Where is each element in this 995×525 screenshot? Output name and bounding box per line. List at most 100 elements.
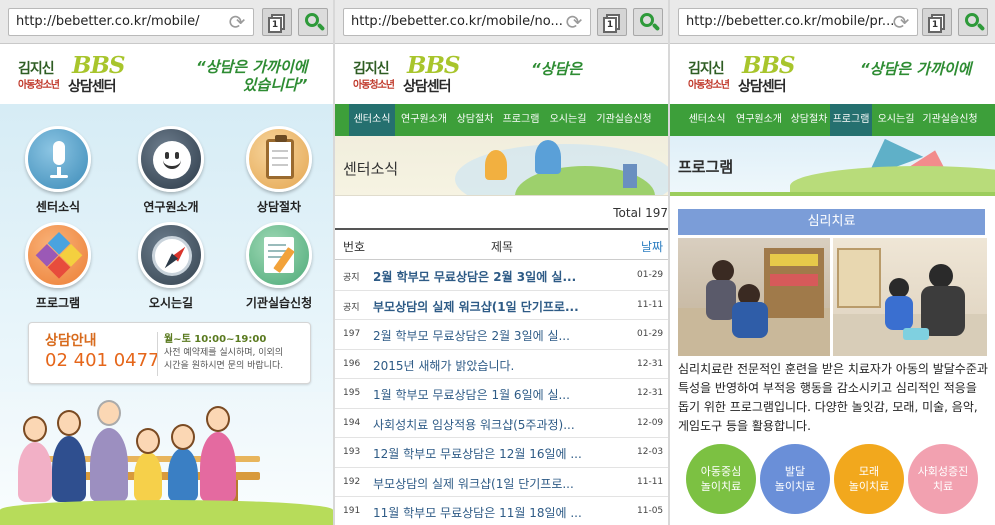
home-main: 센터소식 연구원소개 상담절차 프로그램 오시는길 기관실습신청 상담안내 02…	[0, 104, 333, 525]
table-row[interactable]: 191 11월 학부모 무료상담은 11월 18일에 ... 11-05	[335, 497, 668, 525]
search-button[interactable]	[298, 8, 328, 36]
nav-program[interactable]: 프로그램	[830, 104, 872, 136]
row-number: 공지	[343, 273, 360, 283]
tabs-button[interactable]: 1	[262, 8, 292, 36]
program-screen: http://bebetter.co.kr/mobile/pr... ⟳ 1 김…	[670, 0, 995, 525]
nav-news[interactable]: 센터소식	[684, 104, 730, 136]
row-subject-link[interactable]: 1월 학부모 무료상담은 1월 6일에 실...	[373, 386, 613, 403]
nav-directions[interactable]: 오시는길	[874, 104, 918, 136]
program-banner-title: 프로그램	[678, 158, 734, 176]
nav-researchers[interactable]: 연구원소개	[397, 104, 451, 136]
menu-program[interactable]: 프로그램	[8, 222, 108, 311]
nav-practicum[interactable]: 기관실습신청	[920, 104, 980, 136]
nav-practicum[interactable]: 기관실습신청	[593, 104, 655, 136]
row-number: 공지	[343, 302, 360, 313]
row-subject-link[interactable]: 2015년 새해가 밝았습니다.	[373, 357, 613, 374]
consult-info-title: 상담안내	[45, 333, 97, 349]
menu-researchers[interactable]: 연구원소개	[121, 126, 221, 215]
nav-researchers[interactable]: 연구원소개	[732, 104, 786, 136]
nav-procedure[interactable]: 상담절차	[788, 104, 830, 136]
row-subject-link[interactable]: 부모상담의 실제 워크샵(1일 단기프로...	[373, 298, 613, 315]
row-date: 11-05	[637, 506, 664, 516]
url-bar[interactable]: http://bebetter.co.kr/mobile/no...	[343, 8, 591, 36]
row-subject-link[interactable]: 사회성치료 임상적용 워크샵(5주과정)...	[373, 416, 613, 433]
therapy-description: 심리치료란 전문적인 훈련을 받은 치료자가 아동의 발달수준과 특성을 반영하…	[678, 362, 988, 433]
nav-procedure[interactable]: 상담절차	[453, 104, 497, 136]
site-logo[interactable]: 김지신 아동청소년 BBS 상담센터	[349, 52, 477, 96]
therapy-photo-1	[678, 238, 830, 356]
row-subject-link[interactable]: 12월 학부모 무료상담은 12월 16일에 ...	[373, 445, 613, 462]
row-date: 12-03	[637, 447, 664, 457]
url-bar[interactable]: http://bebetter.co.kr/mobile/pr...	[678, 8, 918, 36]
row-subject-link[interactable]: 2월 학부모 무료상담은 2월 3일에 실...	[373, 268, 613, 285]
nav-program[interactable]: 프로그램	[499, 104, 543, 136]
news-screen: http://bebetter.co.kr/mobile/no... ⟳ 1 김…	[335, 0, 668, 525]
news-total-count: Total 197	[613, 206, 668, 220]
menu-directions[interactable]: 오시는길	[121, 222, 221, 311]
browser-toolbar: http://bebetter.co.kr/mobile/pr... ⟳ 1	[670, 0, 995, 44]
pencil-icon	[264, 237, 295, 273]
row-date: 11-11	[637, 299, 664, 310]
menu-procedure[interactable]: 상담절차	[229, 126, 329, 215]
table-row[interactable]: 197 2월 학부모 무료상담은 2월 3일에 실... 01-29	[335, 320, 668, 350]
site-header: 김지신 아동청소년 BBS 상담센터 “상담은 가까이에 있습니다”	[0, 44, 333, 104]
row-date: 01-29	[637, 329, 664, 339]
browser-toolbar: http://bebetter.co.kr/mobile/no... ⟳ 1	[335, 0, 668, 44]
browser-toolbar: http://bebetter.co.kr/mobile/ ⟳ 1	[0, 0, 333, 44]
therapy-section-title: 심리치료	[678, 209, 985, 235]
bubble-child-centered-play[interactable]: 아동중심 놀이치료	[686, 444, 756, 514]
row-number: 191	[343, 506, 361, 516]
table-row[interactable]: 195 1월 학부모 무료상담은 1월 6일에 실... 12-31	[335, 379, 668, 409]
search-button[interactable]	[958, 8, 988, 36]
table-row[interactable]: 공지 부모상담의 실제 워크샵(1일 단기프로... 11-11	[335, 290, 668, 320]
row-date: 12-31	[637, 388, 664, 398]
nav-directions[interactable]: 오시는길	[545, 104, 591, 136]
row-number: 196	[343, 358, 361, 369]
bubble-social-skills[interactable]: 사회성증진 치료	[908, 444, 978, 514]
site-header: 김지신 아동청소년 BBS 상담센터 “상담은 가까이에	[670, 44, 995, 104]
table-row[interactable]: 196 2015년 새해가 밝았습니다. 12-31	[335, 349, 668, 379]
table-row[interactable]: 193 12월 학부모 무료상담은 12월 16일에 ... 12-03	[335, 438, 668, 468]
row-number: 192	[343, 476, 361, 487]
puzzle-icon	[35, 231, 83, 280]
row-date: 01-29	[637, 270, 664, 280]
bubble-developmental-play[interactable]: 발달 놀이치료	[760, 444, 830, 514]
bubble-sand-play[interactable]: 모래 놀이치료	[834, 444, 904, 514]
consult-phone[interactable]: 02 401 0477	[45, 350, 160, 371]
reload-icon[interactable]: ⟳	[890, 11, 912, 33]
reload-icon[interactable]: ⟳	[563, 11, 585, 33]
clipboard-icon	[266, 135, 294, 179]
tabs-count: 1	[268, 17, 282, 33]
site-slogan: “상담은 가까이에	[860, 60, 972, 78]
row-number: 195	[343, 388, 361, 398]
tabs-button[interactable]: 1	[597, 8, 627, 36]
site-slogan: “상담은 가까이에 있습니다”	[196, 58, 308, 94]
row-number: 194	[343, 417, 361, 428]
reload-icon[interactable]: ⟳	[226, 11, 248, 33]
url-bar[interactable]: http://bebetter.co.kr/mobile/	[8, 8, 254, 36]
row-number: 193	[343, 447, 361, 457]
search-button[interactable]	[633, 8, 663, 36]
site-logo[interactable]: 김지신 아동청소년 BBS 상담센터	[14, 52, 142, 96]
menu-practicum[interactable]: 기관실습신청	[229, 222, 329, 311]
table-row[interactable]: 194 사회성치료 임상적용 워크샵(5주과정)... 12-09	[335, 408, 668, 438]
tabs-button[interactable]: 1	[922, 8, 952, 36]
consult-hours: 월~토 10:00~19:00	[164, 334, 267, 345]
site-logo[interactable]: 김지신 아동청소년 BBS 상담센터	[684, 52, 812, 96]
row-subject-link[interactable]: 부모상담의 실제 워크샵(1일 단기프로...	[373, 475, 613, 492]
row-date: 12-09	[637, 417, 664, 428]
main-nav: 센터소식 연구원소개 상담절차 프로그램 오시는길 기관실습신청	[335, 104, 668, 136]
site-header: 김지신 아동청소년 BBS 상담센터 “상담은	[335, 44, 668, 104]
row-date: 12-31	[637, 358, 664, 369]
menu-news[interactable]: 센터소식	[8, 126, 108, 215]
smile-icon	[153, 141, 191, 179]
row-subject-link[interactable]: 2월 학부모 무료상담은 2월 3일에 실...	[373, 327, 613, 344]
table-row[interactable]: 공지 2월 학부모 무료상담은 2월 3일에 실... 01-29	[335, 261, 668, 291]
program-banner: 프로그램	[670, 136, 995, 196]
table-row[interactable]: 192 부모상담의 실제 워크샵(1일 단기프로... 11-11	[335, 467, 668, 497]
compass-icon	[152, 236, 192, 276]
tabs-count: 1	[928, 17, 942, 33]
main-nav: 센터소식 연구원소개 상담절차 프로그램 오시는길 기관실습신청	[670, 104, 995, 136]
nav-news[interactable]: 센터소식	[349, 104, 395, 136]
row-subject-link[interactable]: 11월 학부모 무료상담은 11월 18일에 ...	[373, 504, 613, 521]
